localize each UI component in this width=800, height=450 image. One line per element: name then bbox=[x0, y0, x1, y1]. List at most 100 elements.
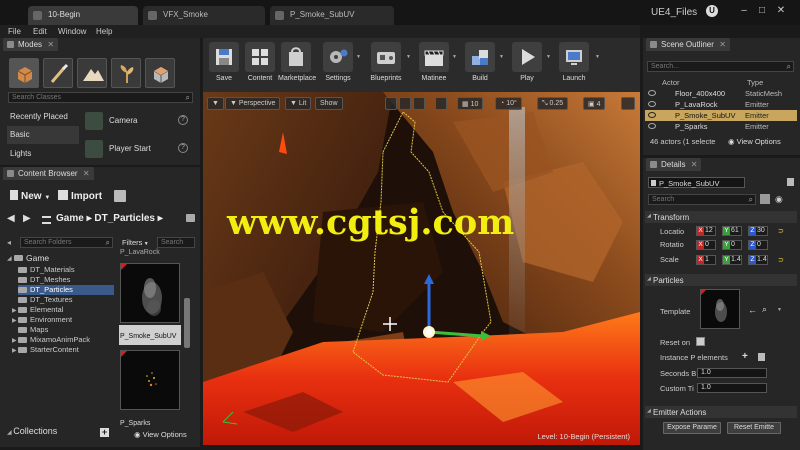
rotation-y-field[interactable]: Y0 bbox=[722, 240, 742, 250]
outliner-row[interactable]: Floor_400x400 StaticMesh bbox=[645, 88, 797, 99]
filters-button[interactable]: Filters ▼ bbox=[122, 238, 149, 247]
folder-list-icon[interactable] bbox=[42, 216, 51, 224]
landscape-mode-button[interactable] bbox=[77, 58, 107, 88]
lock-icon[interactable] bbox=[186, 214, 195, 222]
place-mode-button[interactable] bbox=[9, 58, 39, 88]
camera-speed-button[interactable]: ▣ 4 bbox=[583, 97, 606, 110]
category-recently-placed[interactable]: Recently Placed bbox=[7, 108, 79, 126]
lit-button[interactable]: ▼ Lit bbox=[285, 97, 312, 110]
chevron-down-icon[interactable]: ▼ bbox=[452, 54, 457, 60]
place-item-camera[interactable]: Camera ? bbox=[82, 108, 194, 134]
reset-emitter-button[interactable]: Reset Emitte bbox=[727, 422, 781, 434]
tree-expand-icon[interactable]: ▶ bbox=[12, 347, 17, 354]
outliner-view-options-button[interactable]: ◉ View Options bbox=[728, 137, 781, 146]
build-button[interactable]: Build bbox=[462, 42, 498, 82]
close-icon[interactable]: ✕ bbox=[691, 160, 698, 169]
trash-icon[interactable] bbox=[758, 353, 765, 361]
tree-item-game[interactable]: Game bbox=[14, 253, 49, 263]
close-icon[interactable]: ✕ bbox=[775, 5, 787, 17]
chevron-down-icon[interactable]: ▼ bbox=[595, 54, 600, 60]
breadcrumb-folder[interactable]: DT_Particles bbox=[94, 213, 155, 224]
add-element-icon[interactable]: + bbox=[742, 351, 748, 362]
search-folders-input[interactable]: Search Folders ⌕ bbox=[20, 237, 113, 248]
breadcrumb-game[interactable]: Game bbox=[56, 213, 84, 224]
tree-item-elemental[interactable]: Elemental bbox=[18, 305, 63, 315]
menu-file[interactable]: File bbox=[8, 27, 21, 36]
outliner-row-selected[interactable]: P_Smoke_SubUV Emitter bbox=[645, 110, 797, 121]
chevron-down-icon[interactable]: ▼ bbox=[777, 307, 782, 313]
outliner-row[interactable]: P_LavaRock Emitter bbox=[645, 99, 797, 110]
modes-tab[interactable]: Modes ✕ bbox=[3, 38, 59, 51]
launch-button[interactable]: Launch bbox=[556, 42, 592, 82]
actor-name-field[interactable]: P_Smoke_SubUV bbox=[648, 177, 745, 188]
geometry-mode-button[interactable] bbox=[145, 58, 175, 88]
outliner-row[interactable]: P_Sparks Emitter bbox=[645, 121, 797, 132]
tree-item-environment[interactable]: Environment bbox=[18, 315, 72, 325]
transform-section[interactable]: Transform bbox=[645, 211, 797, 223]
scene-outliner-tab[interactable]: Scene Outliner ✕ bbox=[646, 38, 730, 51]
outliner-search-input[interactable]: Search... ⌕ bbox=[647, 61, 794, 72]
translate-tool-icon[interactable] bbox=[385, 97, 397, 110]
details-search-input[interactable]: Search ⌕ bbox=[648, 194, 756, 205]
tree-item-mixamo[interactable]: MixamoAnimPack bbox=[18, 335, 90, 345]
minimize-icon[interactable]: – bbox=[738, 5, 750, 17]
reset-location-icon[interactable]: ⊃ bbox=[778, 227, 784, 235]
seconds-field[interactable]: 1.0 bbox=[697, 368, 767, 378]
expose-parameter-button[interactable]: Expose Parame bbox=[663, 422, 721, 434]
angle-snap-button[interactable]: ◔ 10° bbox=[495, 97, 522, 110]
tree-expand-icon[interactable]: ▶ bbox=[12, 307, 17, 314]
matinee-button[interactable]: Matinee bbox=[416, 42, 452, 82]
world-local-icon[interactable] bbox=[435, 97, 447, 110]
content-browser-tab[interactable]: Content Browser ✕ bbox=[3, 167, 94, 180]
show-button[interactable]: Show bbox=[315, 97, 343, 110]
collapse-sources-icon[interactable]: ◂ bbox=[7, 238, 11, 247]
grid-snap-button[interactable]: ▦ 10 bbox=[457, 97, 484, 110]
forward-arrow-icon[interactable]: ▶ bbox=[23, 213, 31, 224]
tree-item-dt-textures[interactable]: DT_Textures bbox=[18, 295, 73, 305]
scale-z-field[interactable]: Z 1.4 bbox=[748, 255, 768, 265]
maximize-viewport-icon[interactable] bbox=[621, 97, 635, 110]
visibility-eye-icon[interactable] bbox=[648, 101, 656, 107]
browse-search-icon[interactable]: ⌕ bbox=[762, 304, 767, 315]
chevron-down-icon[interactable]: ▼ bbox=[356, 54, 361, 60]
property-matrix-icon[interactable] bbox=[760, 194, 770, 204]
play-button[interactable]: Play bbox=[509, 42, 545, 82]
tab-p-smoke[interactable]: P_Smoke_SubUV bbox=[270, 6, 394, 25]
new-asset-button[interactable]: New ▼ bbox=[10, 190, 50, 205]
scale-x-field[interactable]: X1 bbox=[696, 255, 716, 265]
menu-help[interactable]: Help bbox=[96, 27, 112, 36]
marketplace-button[interactable]: Marketplace bbox=[278, 42, 316, 82]
foliage-mode-button[interactable] bbox=[111, 58, 141, 88]
particles-section[interactable]: Particles bbox=[645, 274, 797, 286]
lock-icon[interactable] bbox=[787, 178, 794, 186]
emitter-actions-section[interactable]: Emitter Actions bbox=[645, 406, 797, 418]
chevron-down-icon[interactable]: ▼ bbox=[546, 54, 551, 60]
add-collection-icon[interactable]: + bbox=[100, 428, 109, 437]
rotate-tool-icon[interactable] bbox=[399, 97, 411, 110]
template-thumbnail[interactable] bbox=[700, 289, 740, 329]
details-eye-icon[interactable]: ◉ bbox=[775, 194, 783, 205]
search-classes-input[interactable]: Search Classes ⌕ bbox=[8, 92, 193, 103]
close-icon[interactable]: ✕ bbox=[47, 40, 54, 49]
place-item-player-start[interactable]: Player Start ? bbox=[82, 136, 194, 162]
blueprints-button[interactable]: Blueprints bbox=[368, 42, 404, 82]
category-basic[interactable]: Basic bbox=[7, 126, 79, 144]
tree-item-maps[interactable]: Maps bbox=[18, 325, 48, 335]
column-header-type[interactable]: Type bbox=[747, 78, 763, 87]
import-button[interactable]: Import bbox=[58, 190, 102, 205]
asset-tile-sparks[interactable] bbox=[120, 350, 180, 410]
save-button[interactable]: Save bbox=[206, 42, 242, 82]
level-viewport[interactable]: ▼ ▼ Perspective ▼ Lit Show ▦ 10 ◔ 10° ⤡ … bbox=[203, 92, 640, 445]
tree-expand-icon[interactable]: ▶ bbox=[12, 317, 17, 324]
asset-search-input[interactable]: Search bbox=[157, 237, 195, 248]
rotation-z-field[interactable]: Z0 bbox=[748, 240, 768, 250]
scale-y-field[interactable]: Y 1.4 bbox=[722, 255, 742, 265]
viewport-menu-button[interactable]: ▼ bbox=[207, 97, 224, 110]
reset-on-checkbox[interactable] bbox=[696, 337, 705, 346]
visibility-eye-icon[interactable] bbox=[648, 90, 656, 96]
save-all-icon[interactable] bbox=[114, 190, 126, 202]
menu-edit[interactable]: Edit bbox=[33, 27, 47, 36]
help-icon[interactable]: ? bbox=[178, 115, 188, 125]
chevron-down-icon[interactable]: ▼ bbox=[406, 54, 411, 60]
reset-scale-icon[interactable]: ⊃ bbox=[778, 256, 784, 264]
